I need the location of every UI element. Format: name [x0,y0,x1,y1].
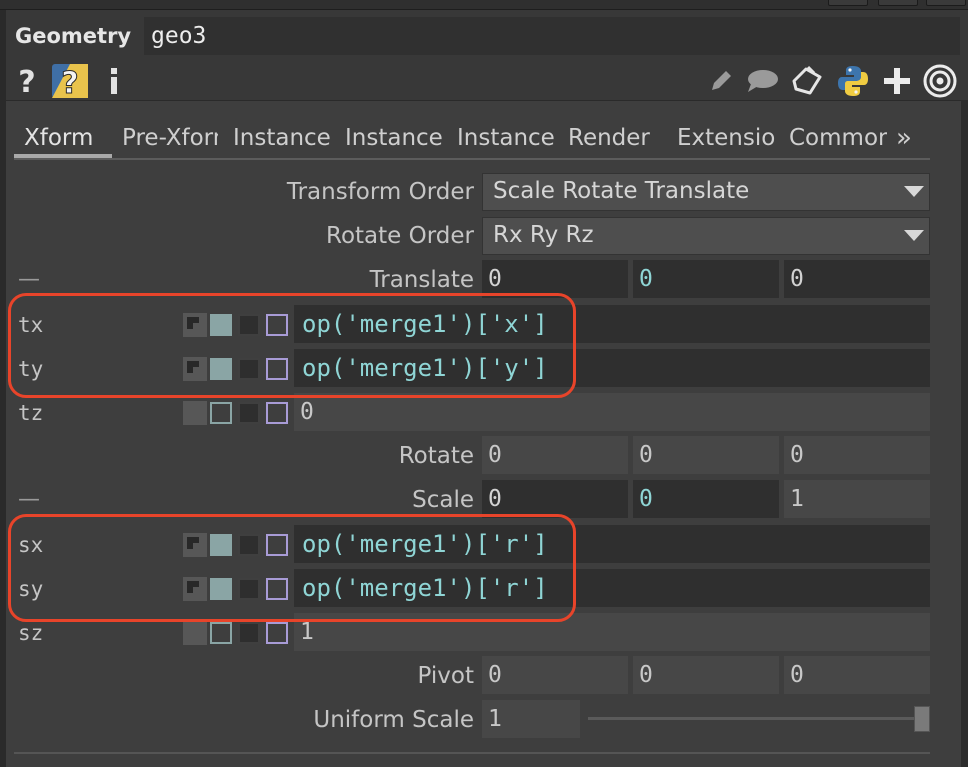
operator-name-text: geo3 [151,23,207,49]
clipboard-icon[interactable] [788,64,826,98]
tab-bar-divider [14,158,930,160]
chevron-down-icon [904,230,924,241]
pivot-y-field[interactable]: 0 [633,656,779,694]
active-tab-underline [14,154,112,158]
python-help-icon[interactable]: ? [50,62,90,100]
python-icon[interactable] [834,63,872,99]
mode-export-icon[interactable] [238,622,260,644]
scale-z-field[interactable]: 1 [784,480,930,518]
uniform-scale-field[interactable]: 1 [482,700,580,738]
scale-x-field[interactable]: 0 [482,480,628,518]
highlight-translate-expressions [8,293,576,398]
window-top-strip [0,0,968,10]
tab-common[interactable]: Common [789,120,887,158]
pivot-x-field[interactable]: 0 [482,656,628,694]
chevron-down-icon [904,186,924,197]
panel-edge [961,100,968,767]
uniform-scale-label: Uniform Scale [313,707,474,733]
tab-instance-3[interactable]: Instance [457,120,555,158]
translate-collapse-toggle[interactable]: — [18,264,40,296]
tab-xform[interactable]: Xform [24,120,110,158]
tz-label: tz [18,401,44,425]
svg-text:?: ? [18,66,35,96]
rotate-z-field[interactable]: 0 [784,436,930,474]
tab-render[interactable]: Render [568,120,668,158]
translate-y-field[interactable]: 0 [633,260,779,298]
tab-extensions[interactable]: Extensions [677,120,775,158]
add-icon[interactable] [880,64,914,98]
uniform-scale-slider-track[interactable] [588,717,928,720]
scale-collapse-toggle[interactable]: — [18,484,40,516]
rotate-y-field[interactable]: 0 [633,436,779,474]
section-divider [14,752,930,754]
scale-y-field[interactable]: 0 [633,480,779,518]
comment-icon[interactable] [744,66,780,96]
operator-name-field[interactable] [144,17,960,55]
rotate-x-field[interactable]: 0 [482,436,628,474]
window-top-button[interactable] [926,0,966,6]
mode-expression-icon[interactable] [210,622,232,644]
rotate-order-label: Rotate Order [326,223,474,249]
info-icon[interactable] [104,64,124,98]
translate-z-field[interactable]: 0 [784,260,930,298]
window-top-button[interactable] [878,0,918,6]
help-icon[interactable]: ? [14,64,40,98]
tab-instance-1[interactable]: Instance [233,120,331,158]
tab-pre-xform[interactable]: Pre-Xform [122,120,218,158]
highlight-scale-expressions [8,514,576,622]
pivot-label: Pivot [417,663,474,689]
tab-instance-2[interactable]: Instance [345,120,443,158]
transform-order-label: Transform Order [286,179,474,205]
tz-value-field[interactable]: 0 [294,393,930,431]
rotate-label: Rotate [398,443,474,469]
mode-constant-icon[interactable] [183,621,207,645]
pivot-z-field[interactable]: 0 [784,656,930,694]
mode-bind-icon[interactable] [266,622,288,644]
window-top-button[interactable] [828,0,868,6]
mode-bind-icon[interactable] [266,402,288,424]
rotate-order-value: Rx Ry Rz [493,222,594,248]
tabs-more-chevron-icon[interactable]: » [896,120,926,158]
mode-expression-icon[interactable] [210,402,232,424]
transform-order-menu[interactable]: Scale Rotate Translate [482,173,930,211]
operator-type-label: Geometry [15,24,132,48]
mode-constant-icon[interactable] [183,401,207,425]
svg-text:?: ? [61,66,78,99]
scale-label: Scale [412,487,474,513]
target-icon[interactable] [920,62,960,100]
transform-order-value: Scale Rotate Translate [493,178,750,204]
mode-export-icon[interactable] [238,402,260,424]
rotate-order-menu[interactable]: Rx Ry Rz [482,217,930,255]
uniform-scale-slider-handle[interactable] [914,706,930,732]
pencil-icon[interactable] [706,66,736,96]
